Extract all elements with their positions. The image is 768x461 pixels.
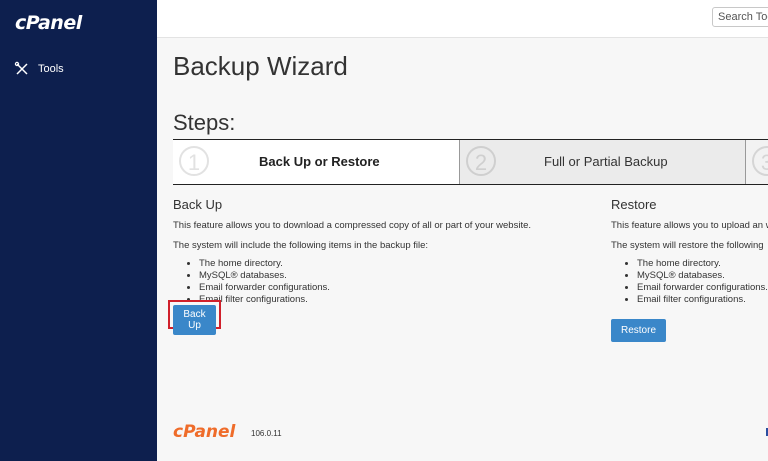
restore-includes-text: The system will restore the following xyxy=(611,240,764,251)
step-number: 3 xyxy=(752,146,768,176)
backup-includes-text: The system will include the following it… xyxy=(173,240,429,251)
step-back-up-or-restore[interactable]: 1 Back Up or Restore xyxy=(173,140,459,184)
cpanel-logo[interactable]: cPanel xyxy=(15,12,82,34)
step-number: 2 xyxy=(466,146,496,176)
step-full-or-partial-backup[interactable]: 2 Full or Partial Backup xyxy=(459,140,745,184)
top-bar xyxy=(157,0,768,38)
list-item: Email filter configurations. xyxy=(637,294,768,306)
restore-button[interactable]: Restore xyxy=(611,319,667,342)
restore-button-wrap: Restore xyxy=(611,319,667,342)
steps-heading: Steps: xyxy=(173,110,236,135)
page-title: Backup Wizard xyxy=(173,51,348,81)
restore-section: Restore This feature allows you to uploa… xyxy=(611,197,768,306)
version-number: 106.0.11 xyxy=(251,429,282,438)
step-label: Full or Partial Backup xyxy=(544,154,668,169)
backup-description: This feature allows you to download a co… xyxy=(173,220,532,231)
restore-description: This feature allows you to upload an web… xyxy=(611,220,768,231)
search-input[interactable] xyxy=(712,7,768,27)
restore-heading: Restore xyxy=(611,197,657,212)
main-content: Backup Wizard Steps: 1 Back Up or Restor… xyxy=(157,38,768,461)
footer-cpanel-logo[interactable]: cPanel xyxy=(173,422,235,442)
sidebar-item-label: Tools xyxy=(38,63,64,75)
steps-bar: 1 Back Up or Restore 2 Full or Partial B… xyxy=(173,139,768,185)
step-label: Back Up or Restore xyxy=(259,154,380,169)
list-item: The home directory. xyxy=(637,258,768,270)
restore-items-list: The home directory. MySQL® databases. Em… xyxy=(611,258,768,306)
backup-heading: Back Up xyxy=(173,197,223,212)
backup-button-highlight: Back Up xyxy=(168,300,221,335)
tools-icon xyxy=(14,61,28,75)
sidebar: cPanel Tools xyxy=(0,0,157,461)
backup-items-list: The home directory. MySQL® databases. Em… xyxy=(173,258,573,306)
step-three[interactable]: 3 xyxy=(745,140,768,184)
list-item: MySQL® databases. xyxy=(637,270,768,282)
step-number: 1 xyxy=(179,146,209,176)
list-item: The home directory. xyxy=(199,258,573,270)
sidebar-item-tools[interactable]: Tools xyxy=(14,58,144,80)
backup-section: Back Up This feature allows you to downl… xyxy=(173,197,573,306)
list-item: MySQL® databases. xyxy=(199,270,573,282)
back-up-button[interactable]: Back Up xyxy=(173,305,216,335)
list-item: Email filter configurations. xyxy=(199,294,573,306)
list-item: Email forwarder configurations. xyxy=(637,282,768,294)
list-item: Email forwarder configurations. xyxy=(199,282,573,294)
